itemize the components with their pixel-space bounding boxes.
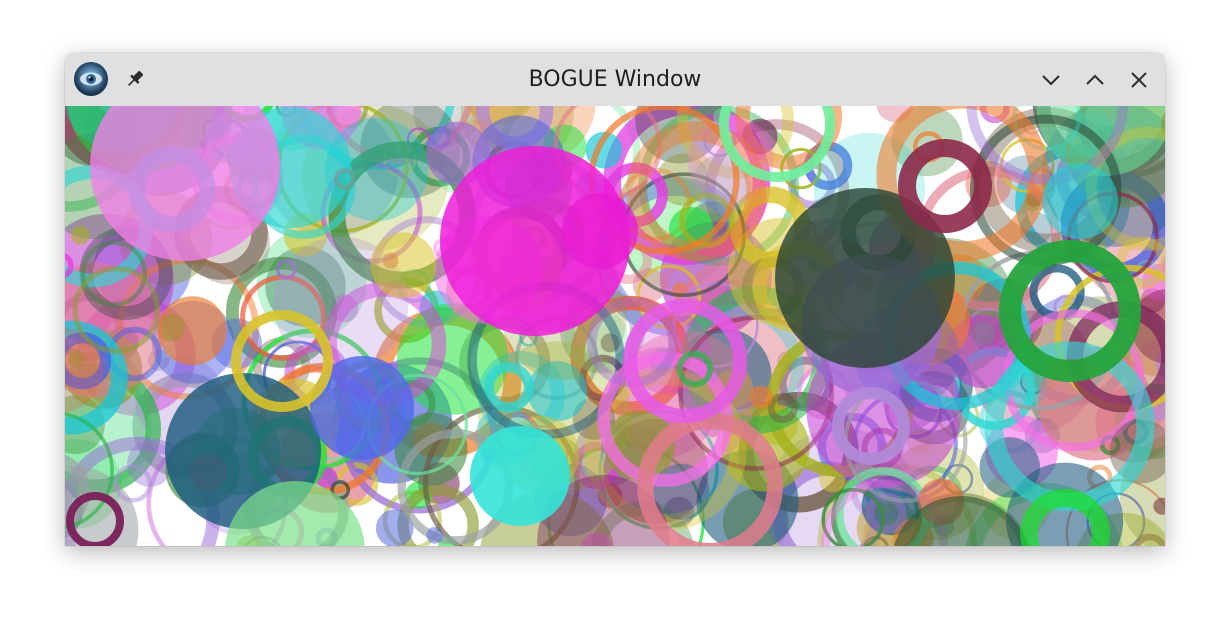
circle [749, 385, 773, 409]
circle [1042, 163, 1118, 239]
circle [370, 232, 437, 299]
circles-drawing [65, 106, 1165, 546]
window-title: BOGUE Window [528, 67, 702, 92]
chevron-up-icon [1086, 74, 1104, 85]
circle [157, 296, 227, 366]
circle [562, 193, 638, 269]
minimize-button[interactable] [1038, 67, 1064, 93]
circle [426, 526, 444, 544]
circle [70, 226, 90, 245]
close-button[interactable] [1126, 67, 1152, 93]
chevron-down-icon [1042, 75, 1060, 86]
maximize-button[interactable] [1082, 67, 1108, 93]
circle [325, 117, 429, 222]
bogue-window: BOGUE Window [65, 53, 1165, 546]
circles-canvas[interactable] [65, 106, 1165, 546]
title-bar[interactable]: BOGUE Window [65, 53, 1165, 106]
circle [470, 426, 570, 526]
close-icon [1131, 72, 1147, 88]
